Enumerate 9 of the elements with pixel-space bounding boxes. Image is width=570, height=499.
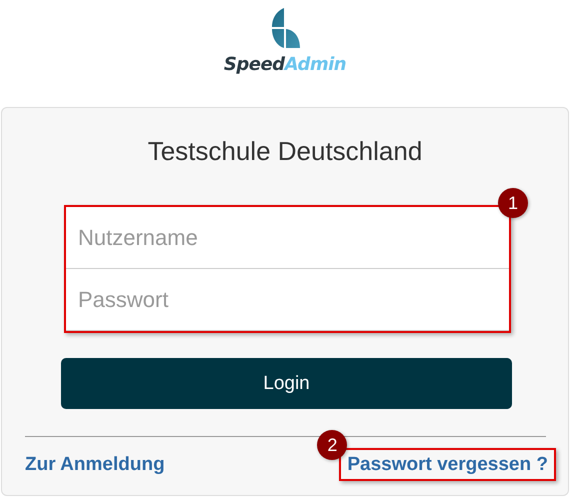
forgot-password-link[interactable]: Passwort vergessen ?: [339, 448, 556, 481]
password-field[interactable]: Passwort: [66, 269, 509, 331]
annotation-badge: 2: [317, 430, 348, 460]
logo-text: SpeedAdmin: [224, 54, 346, 75]
login-button[interactable]: Login: [61, 358, 512, 409]
username-field[interactable]: Nutzername: [66, 207, 509, 269]
school-title: Testschule Deutschland: [146, 136, 424, 167]
registration-link[interactable]: Zur Anmeldung: [25, 450, 171, 479]
annotation-badge: 1: [498, 188, 528, 218]
